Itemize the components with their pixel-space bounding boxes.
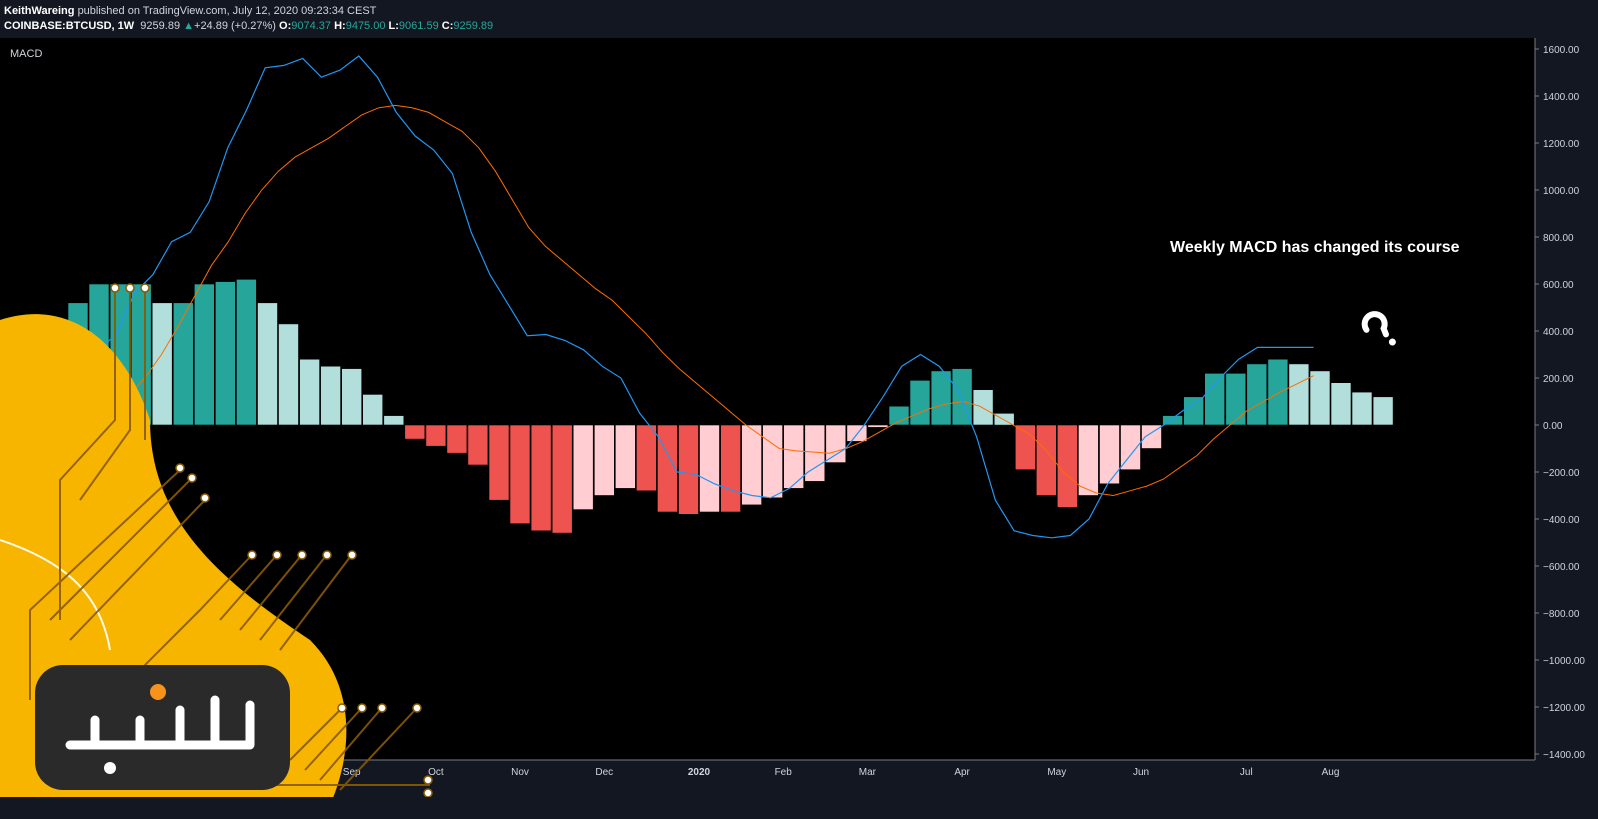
- y-tick-label: 200.00: [1543, 374, 1574, 385]
- histogram-bar: [425, 424, 447, 447]
- x-tick-label: 2020: [688, 767, 711, 778]
- histogram-bar: [530, 424, 552, 532]
- histogram-bar: [825, 424, 847, 463]
- macd-chart[interactable]: 1600.00 1400.00 1200.00 1000.00 800.00 600.00…: [0, 0, 1598, 819]
- histogram-bar: [1078, 424, 1099, 496]
- histogram-bar: [341, 368, 363, 426]
- histogram-bar: [678, 424, 699, 515]
- histogram-bar: [614, 424, 636, 489]
- indicator-title[interactable]: MACD: [10, 48, 42, 60]
- histogram-bar: [215, 281, 236, 426]
- y-tick-label: 1200.00: [1543, 139, 1580, 150]
- histogram-bar: [278, 323, 299, 426]
- histogram-bar: [1057, 424, 1078, 508]
- x-tick-label: Nov: [511, 767, 529, 778]
- y-tick-label: 1600.00: [1543, 45, 1580, 56]
- y-tick-label: 1000.00: [1543, 186, 1580, 197]
- histogram-bar: [257, 302, 278, 426]
- histogram-bar: [636, 424, 657, 492]
- chart-footer: [0, 797, 1598, 819]
- y-tick-label: −1000.00: [1543, 656, 1585, 667]
- annotation-text: Weekly MACD has changed its course: [1170, 239, 1460, 256]
- histogram-bar: [741, 424, 762, 506]
- y-tick-label: −800.00: [1543, 609, 1580, 620]
- y-tick-label: 400.00: [1543, 327, 1574, 338]
- y-tick-label: 1400.00: [1543, 92, 1580, 103]
- histogram-bar: [1372, 396, 1394, 426]
- y-tick-label: −1200.00: [1543, 703, 1585, 714]
- x-tick-label: Jul: [1240, 767, 1253, 778]
- histogram-bar: [846, 424, 868, 442]
- y-tick-label: −600.00: [1543, 562, 1580, 573]
- histogram-bar: [1288, 363, 1310, 426]
- histogram-bar: [320, 365, 341, 426]
- y-tick-label: 0.00: [1543, 421, 1563, 432]
- histogram-bar: [909, 379, 931, 426]
- x-tick-label: May: [1047, 767, 1066, 778]
- histogram-bar: [446, 424, 468, 454]
- histogram-bar: [593, 424, 615, 496]
- y-tick-label: 600.00: [1543, 280, 1574, 291]
- histogram-bar: [1183, 396, 1204, 426]
- x-tick-label: Aug: [1322, 767, 1340, 778]
- histogram-bar: [236, 278, 257, 426]
- x-tick-label: Apr: [954, 767, 970, 778]
- histogram-bar: [551, 424, 573, 534]
- histogram-bar: [699, 424, 720, 513]
- histogram-bar: [1099, 424, 1120, 485]
- histogram-bar: [173, 302, 194, 426]
- histogram-bar: [404, 424, 426, 440]
- histogram-bar: [194, 283, 215, 426]
- histogram-bar: [1351, 391, 1373, 426]
- histogram-bar: [488, 424, 510, 501]
- histogram-bar: [657, 424, 678, 513]
- histogram-bar: [972, 389, 994, 426]
- histogram-bar: [867, 424, 889, 428]
- histogram-bar: [1330, 382, 1352, 426]
- histogram-bar: [1204, 372, 1225, 426]
- x-tick-label: Dec: [595, 767, 613, 778]
- y-tick-label: −400.00: [1543, 515, 1580, 526]
- histogram-bar: [993, 412, 1015, 426]
- histogram-bar: [1225, 372, 1247, 426]
- x-tick-label: Mar: [859, 767, 877, 778]
- histogram-bar: [383, 415, 405, 426]
- histogram-bar: [467, 424, 489, 466]
- histogram-bar: [509, 424, 531, 524]
- y-tick-label: −1400.00: [1543, 750, 1585, 761]
- histogram-bar: [930, 370, 952, 426]
- histogram-bar: [888, 405, 910, 426]
- histogram-bar: [762, 424, 783, 499]
- histogram-bar: [362, 394, 384, 426]
- histogram-bar: [720, 424, 741, 513]
- histogram-bar: [1309, 370, 1331, 426]
- histogram-bar: [1267, 358, 1289, 426]
- y-tick-label: −200.00: [1543, 468, 1580, 479]
- histogram-bar: [572, 424, 594, 510]
- histogram-bar: [299, 358, 320, 426]
- x-tick-label: Feb: [775, 767, 793, 778]
- histogram-bar: [1246, 363, 1268, 426]
- x-tick-label: Jun: [1133, 767, 1149, 778]
- y-tick-label: 800.00: [1543, 233, 1574, 244]
